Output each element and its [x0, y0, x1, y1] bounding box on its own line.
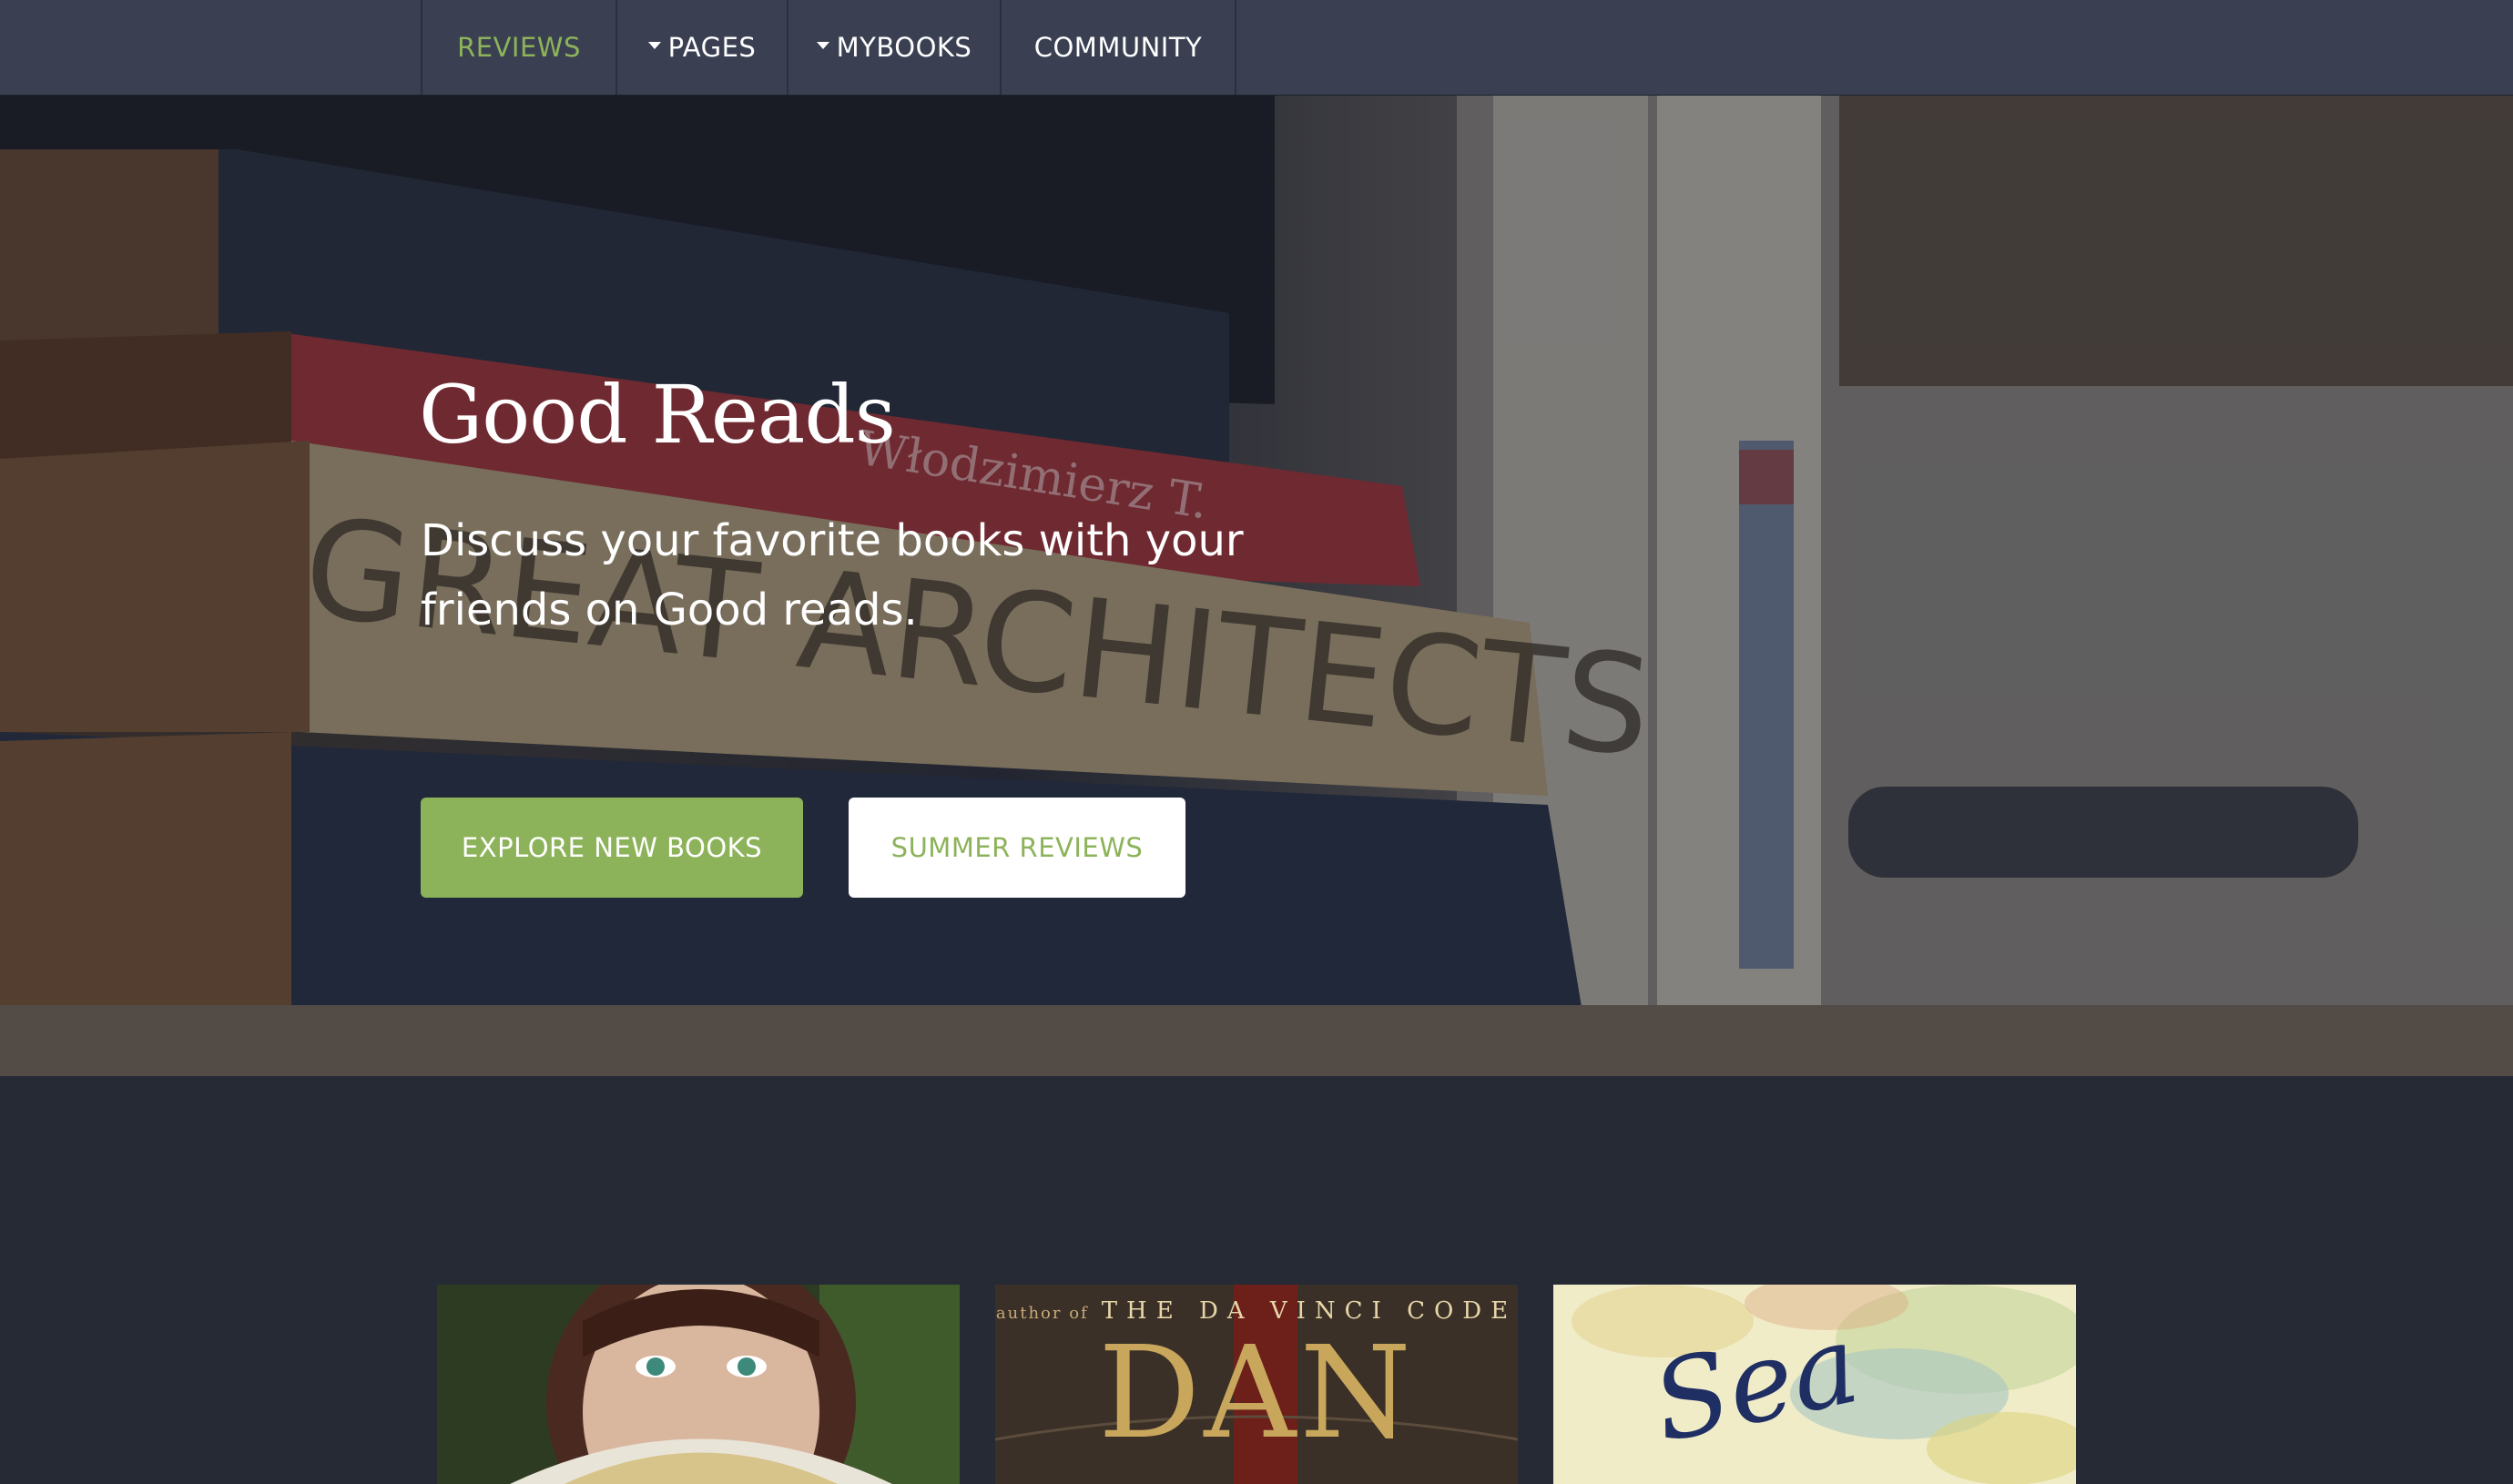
- hero-section: GREAT ARCHITECTS Włodzimierz T. Good Rea…: [0, 95, 2513, 1076]
- book-cover-card[interactable]: Sea: [1553, 1285, 2076, 1484]
- nav-item-community[interactable]: COMMUNITY: [1002, 0, 1236, 95]
- book-cover-small-text: author of: [995, 1304, 1089, 1323]
- caret-down-icon: [647, 42, 661, 49]
- book-cover-author-text: DAN: [1098, 1319, 1415, 1468]
- nav-item-mybooks[interactable]: MYBOOKS: [788, 0, 1002, 95]
- nav-item-label: MYBOOKS: [836, 32, 972, 63]
- summer-reviews-button[interactable]: SUMMER REVIEWS: [849, 798, 1185, 898]
- top-navigation-bar: REVIEWS PAGES MYBOOKS COMMUNITY: [0, 0, 2513, 96]
- nav-menu: REVIEWS PAGES MYBOOKS COMMUNITY: [421, 0, 1236, 95]
- nav-item-label: COMMUNITY: [1033, 32, 1203, 63]
- nav-item-reviews[interactable]: REVIEWS: [422, 0, 617, 95]
- hero-title: Good Reads: [419, 368, 896, 462]
- book-cover-grid: author of THE DA VINCI CODE DAN Sea: [0, 1076, 2513, 1484]
- hero-subtitle: Discuss your favorite books with your fr…: [421, 515, 1244, 635]
- explore-new-books-button[interactable]: EXPLORE NEW BOOKS: [421, 798, 803, 898]
- nav-item-pages[interactable]: PAGES: [617, 0, 788, 95]
- nav-item-label: REVIEWS: [457, 32, 581, 63]
- caret-down-icon: [816, 42, 829, 49]
- book-cover-card[interactable]: author of THE DA VINCI CODE DAN: [995, 1285, 1518, 1484]
- nav-item-label: PAGES: [667, 32, 757, 63]
- book-cover-card[interactable]: [437, 1285, 960, 1484]
- book-cover-image: [437, 1285, 960, 1484]
